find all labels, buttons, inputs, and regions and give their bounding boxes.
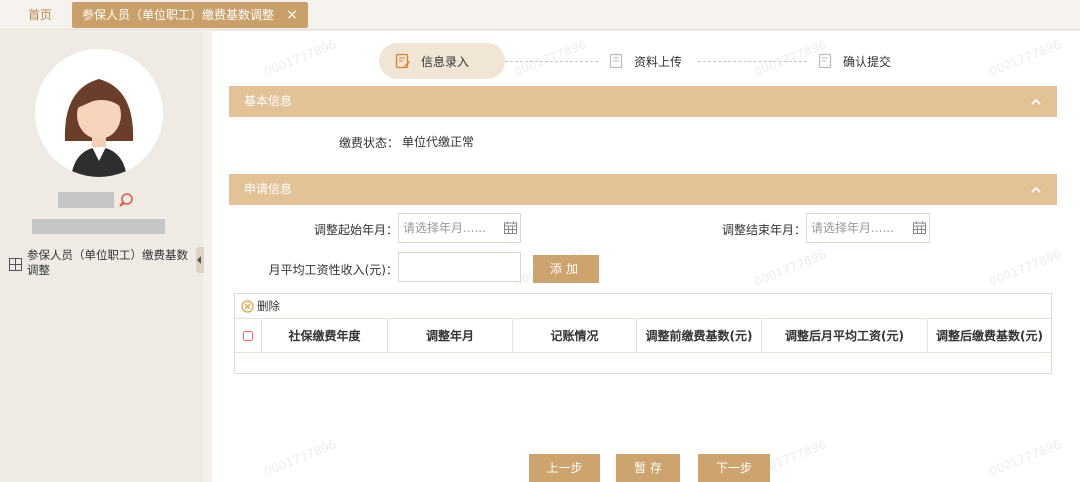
col-header: 调整后缴费基数(元) — [936, 329, 1043, 343]
step-info-entry[interactable]: 信息录入 — [379, 43, 505, 79]
end-month-placeholder: 请选择年月...... — [811, 221, 894, 235]
user-name-redacted — [58, 192, 114, 208]
main-content: 0001777896 0001777896 0001777896 0001777… — [212, 31, 1080, 482]
calendar-icon[interactable] — [913, 221, 926, 234]
tab-home[interactable]: 首页 — [14, 6, 66, 24]
sidebar-item-label: 参保人员（单位职工）缴费基数调整 — [27, 248, 188, 277]
col-header: 调整前缴费基数(元) — [637, 319, 762, 352]
sidebar-collapse-handle[interactable] — [196, 247, 204, 273]
grid-icon — [9, 258, 22, 271]
section-header-apply-info[interactable]: 申请信息 — [229, 174, 1057, 205]
close-icon[interactable]: × — [286, 2, 298, 28]
watermark: 0001777896 — [752, 247, 829, 289]
watermark: 0001777896 — [262, 37, 339, 79]
user-id-redacted — [32, 219, 165, 234]
tab-bar: 首页 参保人员（单位职工）缴费基数调整 × — [0, 0, 1080, 30]
section-title: 基本信息 — [244, 94, 293, 108]
income-label: 月平均工资性收入(元)： — [268, 263, 398, 277]
delete-icon — [241, 299, 254, 313]
step-label: 资料上传 — [634, 54, 683, 69]
section-title: 申请信息 — [244, 182, 293, 196]
chevron-up-icon[interactable] — [1031, 97, 1041, 107]
document-icon — [818, 53, 832, 69]
step-upload[interactable]: 资料上传 — [598, 43, 698, 79]
end-month-label: 调整结束年月： — [721, 223, 806, 237]
avatar-icon — [35, 49, 163, 177]
tab-label: 参保人员（单位职工）缴费基数调整 — [82, 8, 275, 22]
delete-label: 删除 — [257, 299, 280, 313]
calendar-icon[interactable] — [504, 221, 517, 234]
income-input[interactable] — [398, 252, 521, 282]
col-header: 记账情况 — [513, 319, 637, 352]
delete-action[interactable]: 删除 — [241, 298, 280, 314]
sidebar-item-contribution-base-adjust[interactable]: 参保人员（单位职工）缴费基数调整 — [8, 248, 196, 280]
watermark: 0001777896 — [262, 437, 339, 479]
save-draft-button[interactable]: 暂 存 — [616, 454, 680, 482]
table-header: 社保缴费年度 调整年月 记账情况 调整前缴费基数(元) 调整后月平均工资(元) … — [235, 318, 1051, 353]
avatar — [35, 49, 163, 177]
message-icon[interactable] — [119, 193, 133, 207]
step-connector — [698, 61, 807, 62]
prev-button[interactable]: 上一步 — [529, 454, 600, 482]
status-value: 单位代缴正常 — [402, 135, 475, 149]
status-label: 缴费状态： — [338, 136, 399, 150]
watermark: 0001777896 — [987, 247, 1064, 289]
start-month-label: 调整起始年月： — [313, 223, 398, 237]
watermark: 0001777896 — [987, 437, 1064, 479]
document-icon — [609, 53, 623, 69]
edit-icon — [395, 53, 410, 69]
start-month-placeholder: 请选择年月...... — [403, 221, 486, 235]
col-header: 调整后月平均工资(元) — [762, 319, 928, 352]
sidebar: 参保人员（单位职工）缴费基数调整 — [0, 31, 204, 482]
chevron-up-icon[interactable] — [1031, 185, 1041, 195]
watermark: 0001777896 — [512, 37, 589, 79]
add-button[interactable]: 添加 — [533, 255, 599, 283]
step-label: 确认提交 — [843, 54, 892, 69]
adjustment-table: 删除 社保缴费年度 调整年月 记账情况 调整前缴费基数(元) 调整后月平均工资(… — [234, 293, 1052, 374]
step-confirm[interactable]: 确认提交 — [807, 43, 907, 79]
watermark: 0001777896 — [987, 37, 1064, 79]
start-month-input[interactable]: 请选择年月...... — [398, 213, 521, 243]
step-label: 信息录入 — [421, 54, 470, 69]
basic-info-body: 缴费状态： 单位代缴正常 — [229, 117, 1057, 167]
next-button[interactable]: 下一步 — [698, 454, 770, 482]
section-header-basic-info[interactable]: 基本信息 — [229, 86, 1057, 117]
select-all-checkbox[interactable] — [243, 330, 253, 341]
step-connector — [505, 61, 598, 62]
tab-contribution-base-adjust[interactable]: 参保人员（单位职工）缴费基数调整 × — [72, 2, 308, 28]
select-all-cell — [235, 319, 262, 352]
end-month-input[interactable]: 请选择年月...... — [806, 213, 930, 243]
col-header: 调整年月 — [388, 319, 513, 352]
col-header: 社保缴费年度 — [262, 319, 388, 352]
